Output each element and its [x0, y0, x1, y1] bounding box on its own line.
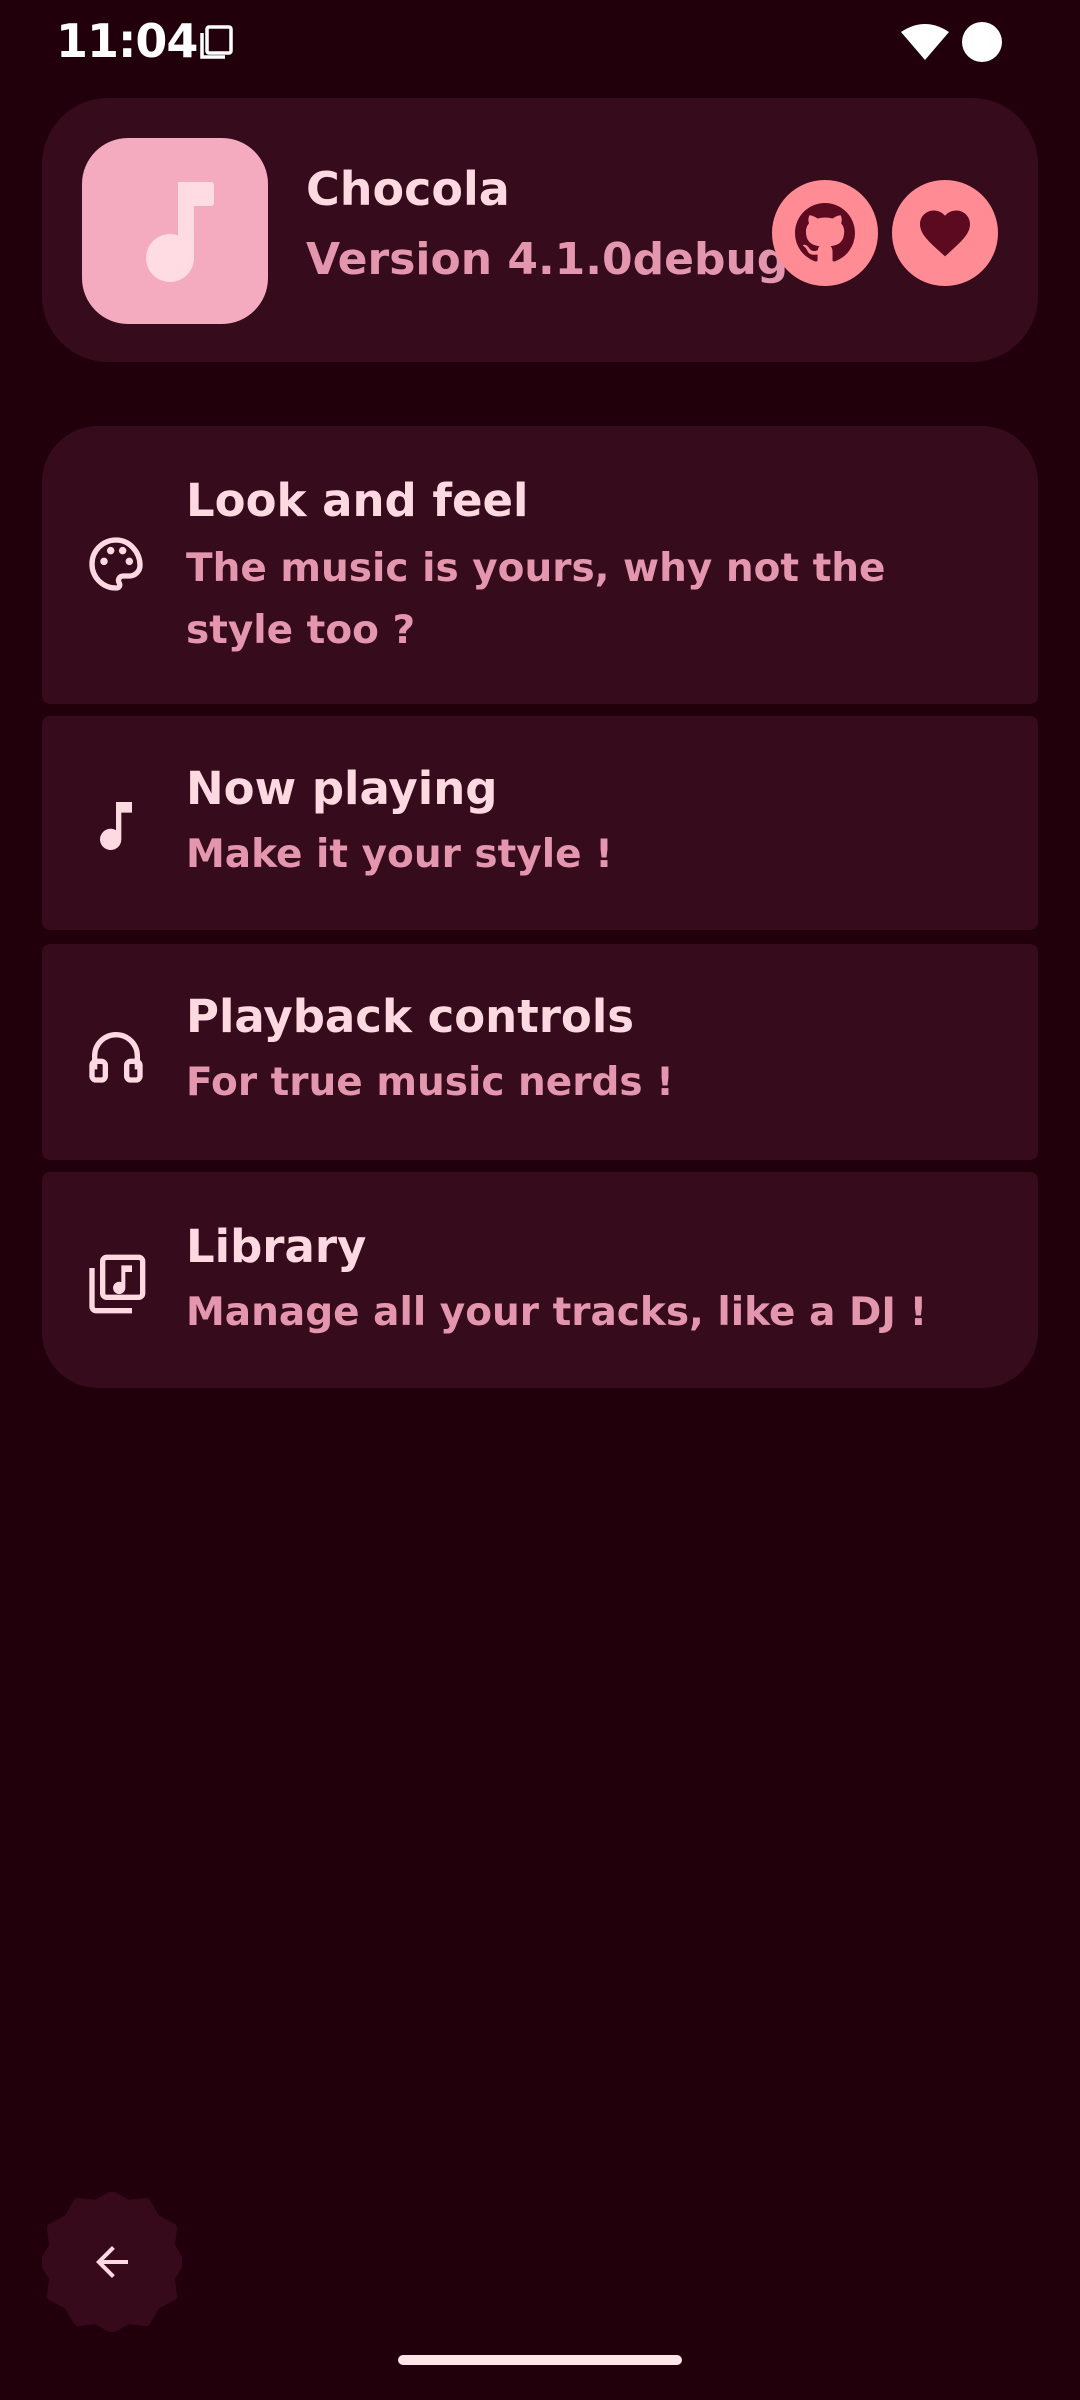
- wifi-icon: [901, 24, 949, 60]
- arrow-back-icon: [96, 2246, 128, 2278]
- item-title: Now playing: [186, 762, 498, 815]
- github-icon: [795, 203, 855, 262]
- app-icon: [82, 138, 268, 324]
- music-note-icon: [146, 182, 214, 282]
- notification-icon: [200, 25, 233, 59]
- heart-icon: [920, 210, 970, 257]
- settings-item-now-playing[interactable]: Now playing Make it your style !: [42, 716, 1038, 930]
- back-button[interactable]: [42, 2192, 182, 2332]
- status-bar: 11:04: [0, 0, 1080, 84]
- app-name: Chocola: [306, 162, 510, 216]
- gesture-navigation-bar[interactable]: [398, 2355, 682, 2365]
- item-title: Look and feel: [186, 474, 529, 527]
- headphones-icon: [89, 1032, 143, 1083]
- donate-button[interactable]: [892, 180, 998, 286]
- settings-item-look-and-feel[interactable]: Look and feel The music is yours, why no…: [42, 426, 1038, 704]
- library-music-icon: [89, 1254, 146, 1314]
- item-description: For true music nerds !: [186, 1060, 674, 1105]
- music-note-icon: [100, 802, 132, 851]
- settings-item-library[interactable]: Library Manage all your tracks, like a D…: [42, 1172, 1038, 1388]
- github-button[interactable]: [772, 180, 878, 286]
- item-description: Manage all your tracks, like a DJ !: [186, 1290, 928, 1335]
- palette-icon: [89, 537, 143, 591]
- item-description: The music is yours, why not the style to…: [186, 546, 886, 653]
- item-description: Make it your style !: [186, 832, 613, 877]
- item-title: Playback controls: [186, 990, 635, 1043]
- settings-item-playback-controls[interactable]: Playback controls For true music nerds !: [42, 944, 1038, 1160]
- app-version: Version 4.1.0debug: [306, 234, 789, 285]
- status-time: 11:04: [56, 14, 198, 68]
- app-info-card: Chocola Version 4.1.0debug: [42, 98, 1038, 362]
- item-title: Library: [186, 1220, 367, 1273]
- battery-icon: [962, 22, 1002, 62]
